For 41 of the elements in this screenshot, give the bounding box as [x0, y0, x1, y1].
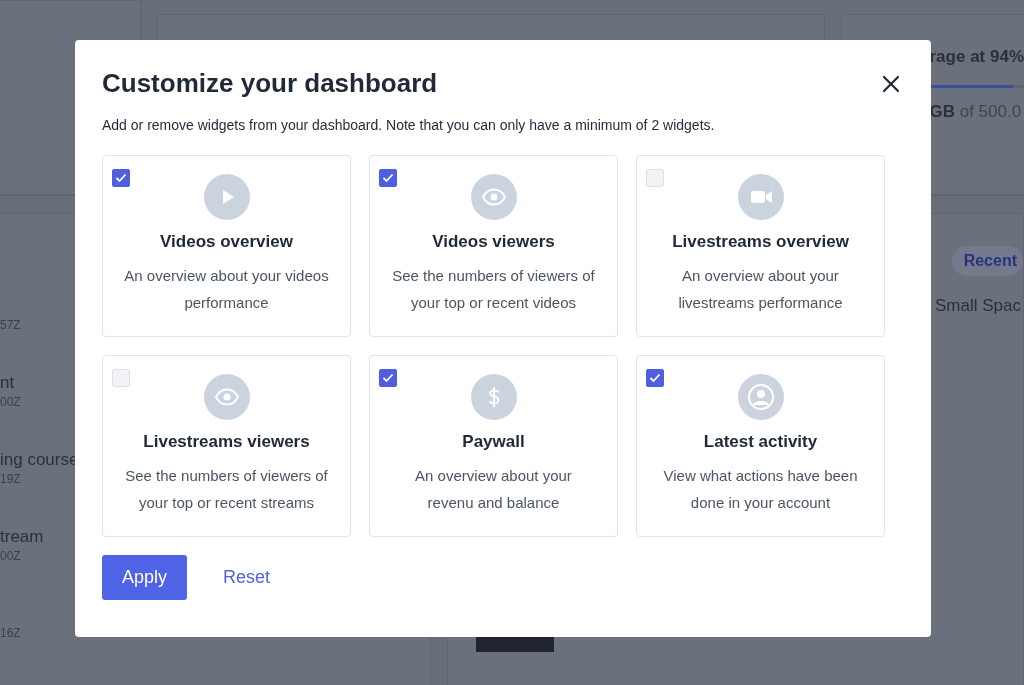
eye-icon [203, 374, 250, 420]
widget-description: See the numbers of viewers of your top or recent streams [124, 466, 329, 513]
close-icon [882, 74, 900, 93]
widget-description: See the numbers of viewers of your top or recent videos [391, 266, 596, 313]
user-icon [737, 374, 784, 420]
check-icon [115, 173, 127, 183]
widget-title: Videos overview [160, 232, 293, 252]
list-item-title: tream [0, 527, 44, 548]
play-icon [203, 174, 250, 220]
widget-description: An overview about your videos performance [124, 266, 329, 313]
widget-card[interactable]: Latest activity View what actions have been done in your account [636, 355, 885, 537]
widget-description: View what actions have been done in your account [662, 466, 859, 513]
dialog-description: Add or remove widgets from your dashboard. Note that you can only have a minimum of 2 widgets. [102, 117, 716, 133]
dollar-icon [470, 374, 517, 420]
widget-title: Videos viewers [432, 232, 555, 252]
widget-card[interactable]: Livestreams viewers See the numbers of viewers of your top or recent streams [102, 355, 351, 537]
widget-title: Livestreams overview [672, 232, 849, 252]
checkbox[interactable] [379, 369, 397, 387]
video-camera-icon [737, 174, 784, 220]
widget-card[interactable]: Paywall An overview about your revenu and balance [369, 355, 618, 537]
check-icon [382, 173, 394, 183]
apply-button[interactable]: Apply [102, 555, 187, 600]
storage-title: rage at 94% [929, 47, 1024, 67]
eye-icon [470, 174, 517, 220]
checkbox[interactable] [379, 169, 397, 187]
checkbox[interactable] [646, 369, 664, 387]
widget-card[interactable]: Videos overview An overview about your videos performance [102, 155, 351, 337]
checkbox[interactable] [112, 169, 130, 187]
widget-card[interactable]: Videos viewers See the numbers of viewers of your top or recent videos [369, 155, 618, 337]
widget-description: An overview about your revenu and balance [414, 466, 573, 513]
reset-button[interactable]: Reset [203, 559, 291, 596]
check-icon [649, 373, 661, 383]
widget-title: Latest activity [703, 432, 818, 452]
widget-title: Livestreams viewers [143, 432, 310, 452]
check-icon [382, 373, 394, 383]
widget-description: An overview about your livestreams performance [677, 266, 844, 313]
recent-item-title: Small Spac [935, 296, 1022, 316]
widget-title: Paywall [462, 432, 525, 452]
dialog-title: Customize your dashboard [102, 68, 438, 99]
widget-card[interactable]: Livestreams overview An overview about your livestreams performance [636, 155, 885, 337]
list-item-title: nt [0, 373, 15, 394]
